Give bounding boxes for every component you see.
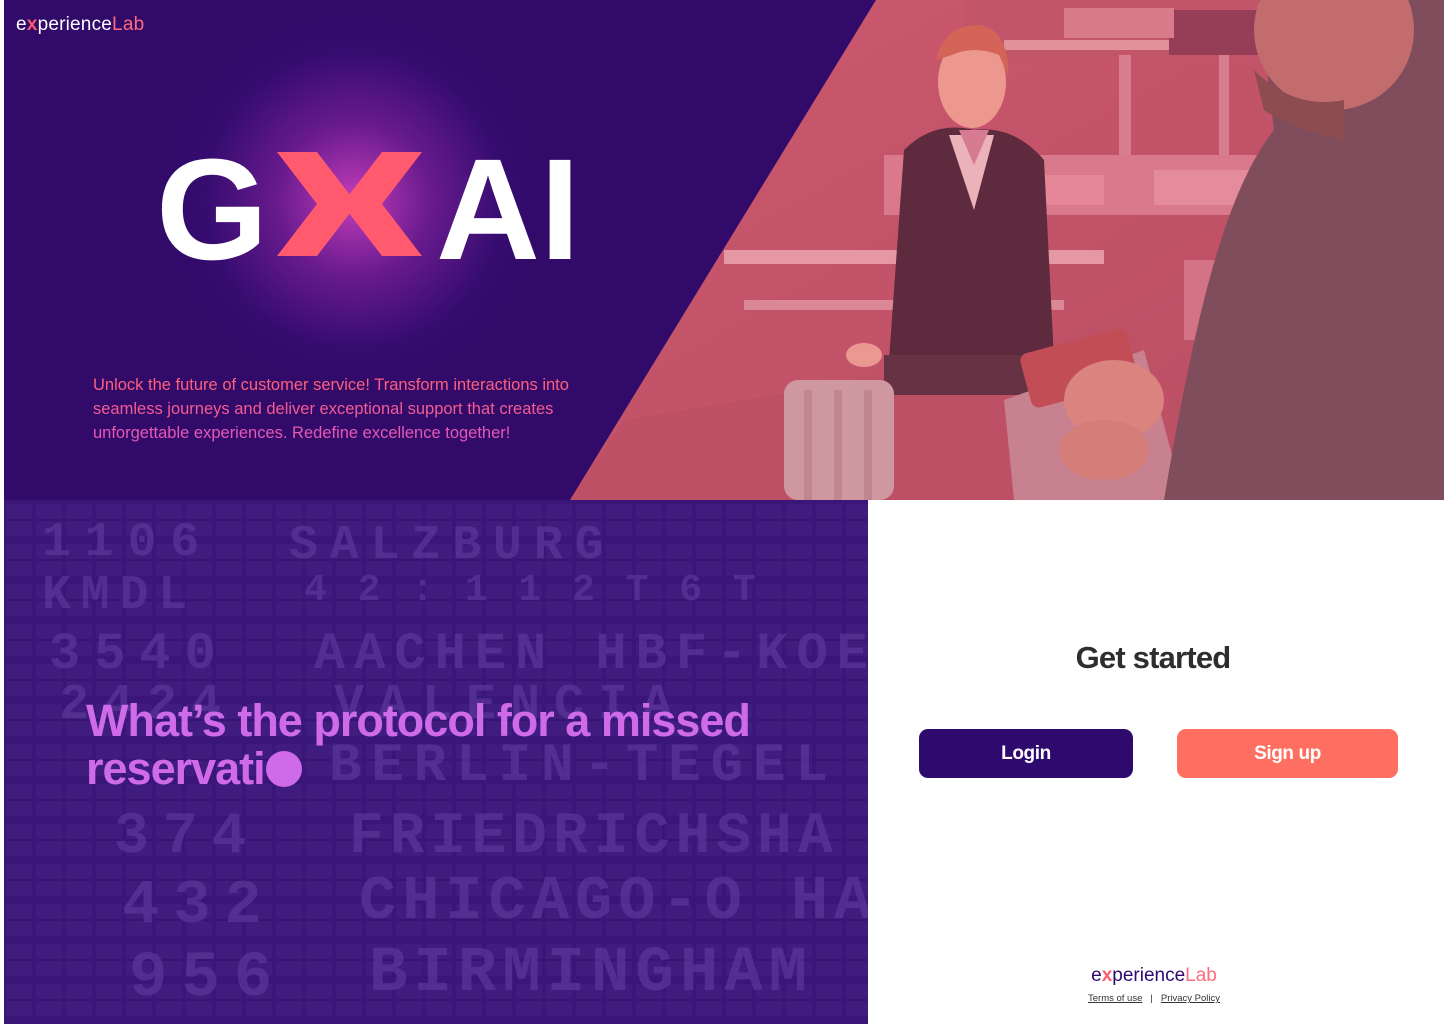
- get-started-heading: Get started: [1075, 640, 1232, 675]
- logo-ai-letters: AI: [436, 142, 580, 267]
- terms-link[interactable]: Terms of use: [1088, 993, 1142, 1004]
- page-frame: experienceLab G AI Unlock the future of …: [4, 0, 1444, 1024]
- brand-bottom-lab: Lab: [1185, 965, 1217, 986]
- brand-x: x: [26, 14, 38, 35]
- brand-lab: Lab: [112, 14, 145, 35]
- privacy-link[interactable]: Privacy Policy: [1161, 993, 1220, 1004]
- gxai-logo: G AI: [156, 142, 580, 267]
- brand-e: e: [16, 14, 27, 35]
- tagline-line-3: unforgettable experiences. Redefine exce…: [93, 424, 511, 442]
- tagline-line-2: seamless journeys and deliver exceptiona…: [93, 400, 554, 418]
- brand-logo-bottom: experienceLab: [868, 965, 1440, 987]
- legal-links: Terms of use | Privacy Policy: [868, 993, 1440, 1004]
- question-line-2: reservati: [86, 743, 266, 794]
- brand-rest: perience: [37, 14, 113, 35]
- hero-tagline: Unlock the future of customer service! T…: [93, 373, 593, 445]
- login-button[interactable]: Login: [919, 729, 1133, 778]
- sample-question: What’s the protocol for a missed reserva…: [86, 697, 846, 793]
- brand-bottom-e: e: [1091, 965, 1102, 986]
- brand-logo-top: experienceLab: [16, 14, 144, 36]
- typing-cursor-dot: [265, 751, 302, 787]
- logo-g-letter: G: [156, 142, 268, 267]
- signup-button[interactable]: Sign up: [1177, 729, 1398, 778]
- brand-bottom-x: x: [1101, 965, 1113, 986]
- tagline-line-1: Unlock the future of customer service! T…: [93, 376, 569, 394]
- brand-bottom-rest: perience: [1112, 965, 1186, 986]
- hero-section: experienceLab G AI Unlock the future of …: [4, 0, 1444, 500]
- question-line-2-wrap: reservati: [86, 745, 846, 793]
- legal-separator: |: [1150, 993, 1153, 1004]
- question-line-1: What’s the protocol for a missed: [86, 695, 751, 746]
- auth-panel: Get started Login Sign up experienceLab …: [868, 500, 1444, 1024]
- logo-x-mark: [277, 152, 422, 256]
